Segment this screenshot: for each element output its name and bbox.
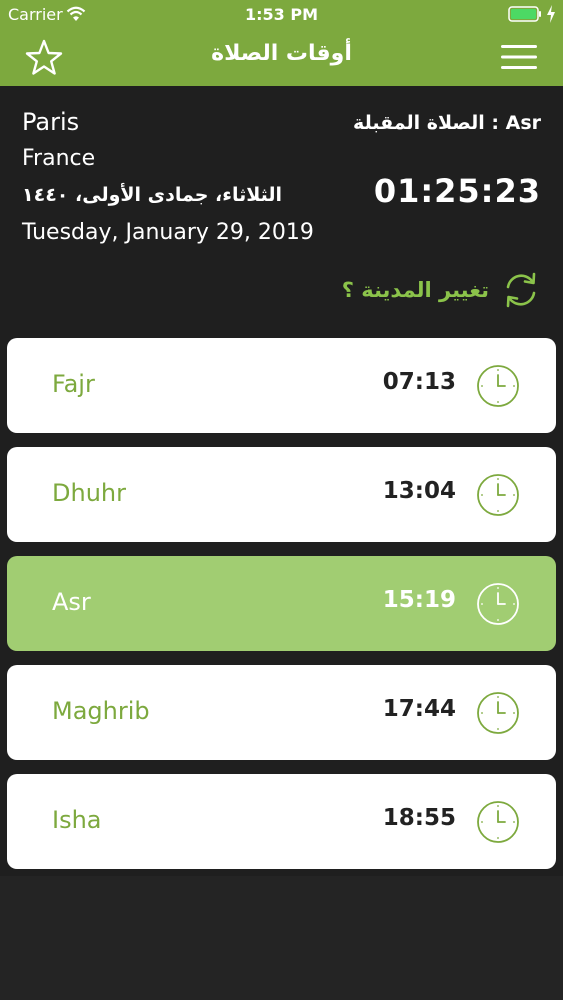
gregorian-date: Tuesday, January 29, 2019: [22, 220, 314, 245]
prayer-row-dhuhr[interactable]: Dhuhr 13:04: [7, 447, 556, 542]
change-city-label: تغيير المدينة ؟: [341, 278, 489, 302]
prayer-time: 15:19: [382, 587, 456, 613]
header-bar: Carrier 1:53 PM أوقات الصلاة: [0, 0, 563, 86]
prayer-time: 07:13: [382, 369, 456, 395]
prayer-name: Dhuhr: [52, 479, 126, 507]
clock-icon: [477, 583, 519, 625]
page-title: أوقات الصلاة: [211, 41, 352, 66]
prayer-time: 13:04: [382, 478, 456, 504]
hijri-date: الثلاثاء، جمادى الأولى، ١٤٤٠: [22, 184, 283, 206]
status-bar: Carrier 1:53 PM: [0, 0, 563, 28]
prayer-name: Maghrib: [52, 697, 150, 725]
prayer-row-fajr[interactable]: Fajr 07:13: [7, 338, 556, 433]
prayer-row-isha[interactable]: Isha 18:55: [7, 774, 556, 869]
change-city-button[interactable]: تغيير المدينة ؟: [342, 268, 541, 312]
battery-icon: [508, 6, 541, 22]
clock-icon: [477, 801, 519, 843]
nav-bar: أوقات الصلاة: [0, 28, 563, 86]
refresh-icon: [506, 272, 536, 308]
menu-icon[interactable]: [500, 44, 538, 70]
city-name: Paris: [22, 108, 80, 136]
clock-icon: [477, 692, 519, 734]
next-prayer-label: الصلاة المقبلة : Asr: [353, 112, 541, 134]
clock-icon: [477, 365, 519, 407]
prayer-name: Fajr: [52, 370, 95, 398]
prayer-time: 18:55: [382, 805, 456, 831]
prayer-row-maghrib[interactable]: Maghrib 17:44: [7, 665, 556, 760]
charging-icon: [547, 5, 555, 23]
country-name: France: [22, 146, 96, 171]
prayer-name: Asr: [52, 588, 91, 616]
prayer-row-asr[interactable]: Asr 15:19: [7, 556, 556, 651]
location-info-panel: Paris France الثلاثاء، جمادى الأولى، ١٤٤…: [0, 86, 563, 336]
bottom-empty-area: [0, 876, 563, 1000]
prayer-name: Isha: [52, 806, 102, 834]
prayer-time: 17:44: [382, 696, 456, 722]
clock-time: 1:53 PM: [244, 5, 318, 24]
clock-icon: [477, 474, 519, 516]
next-prayer-countdown: 01:25:23: [373, 172, 541, 210]
